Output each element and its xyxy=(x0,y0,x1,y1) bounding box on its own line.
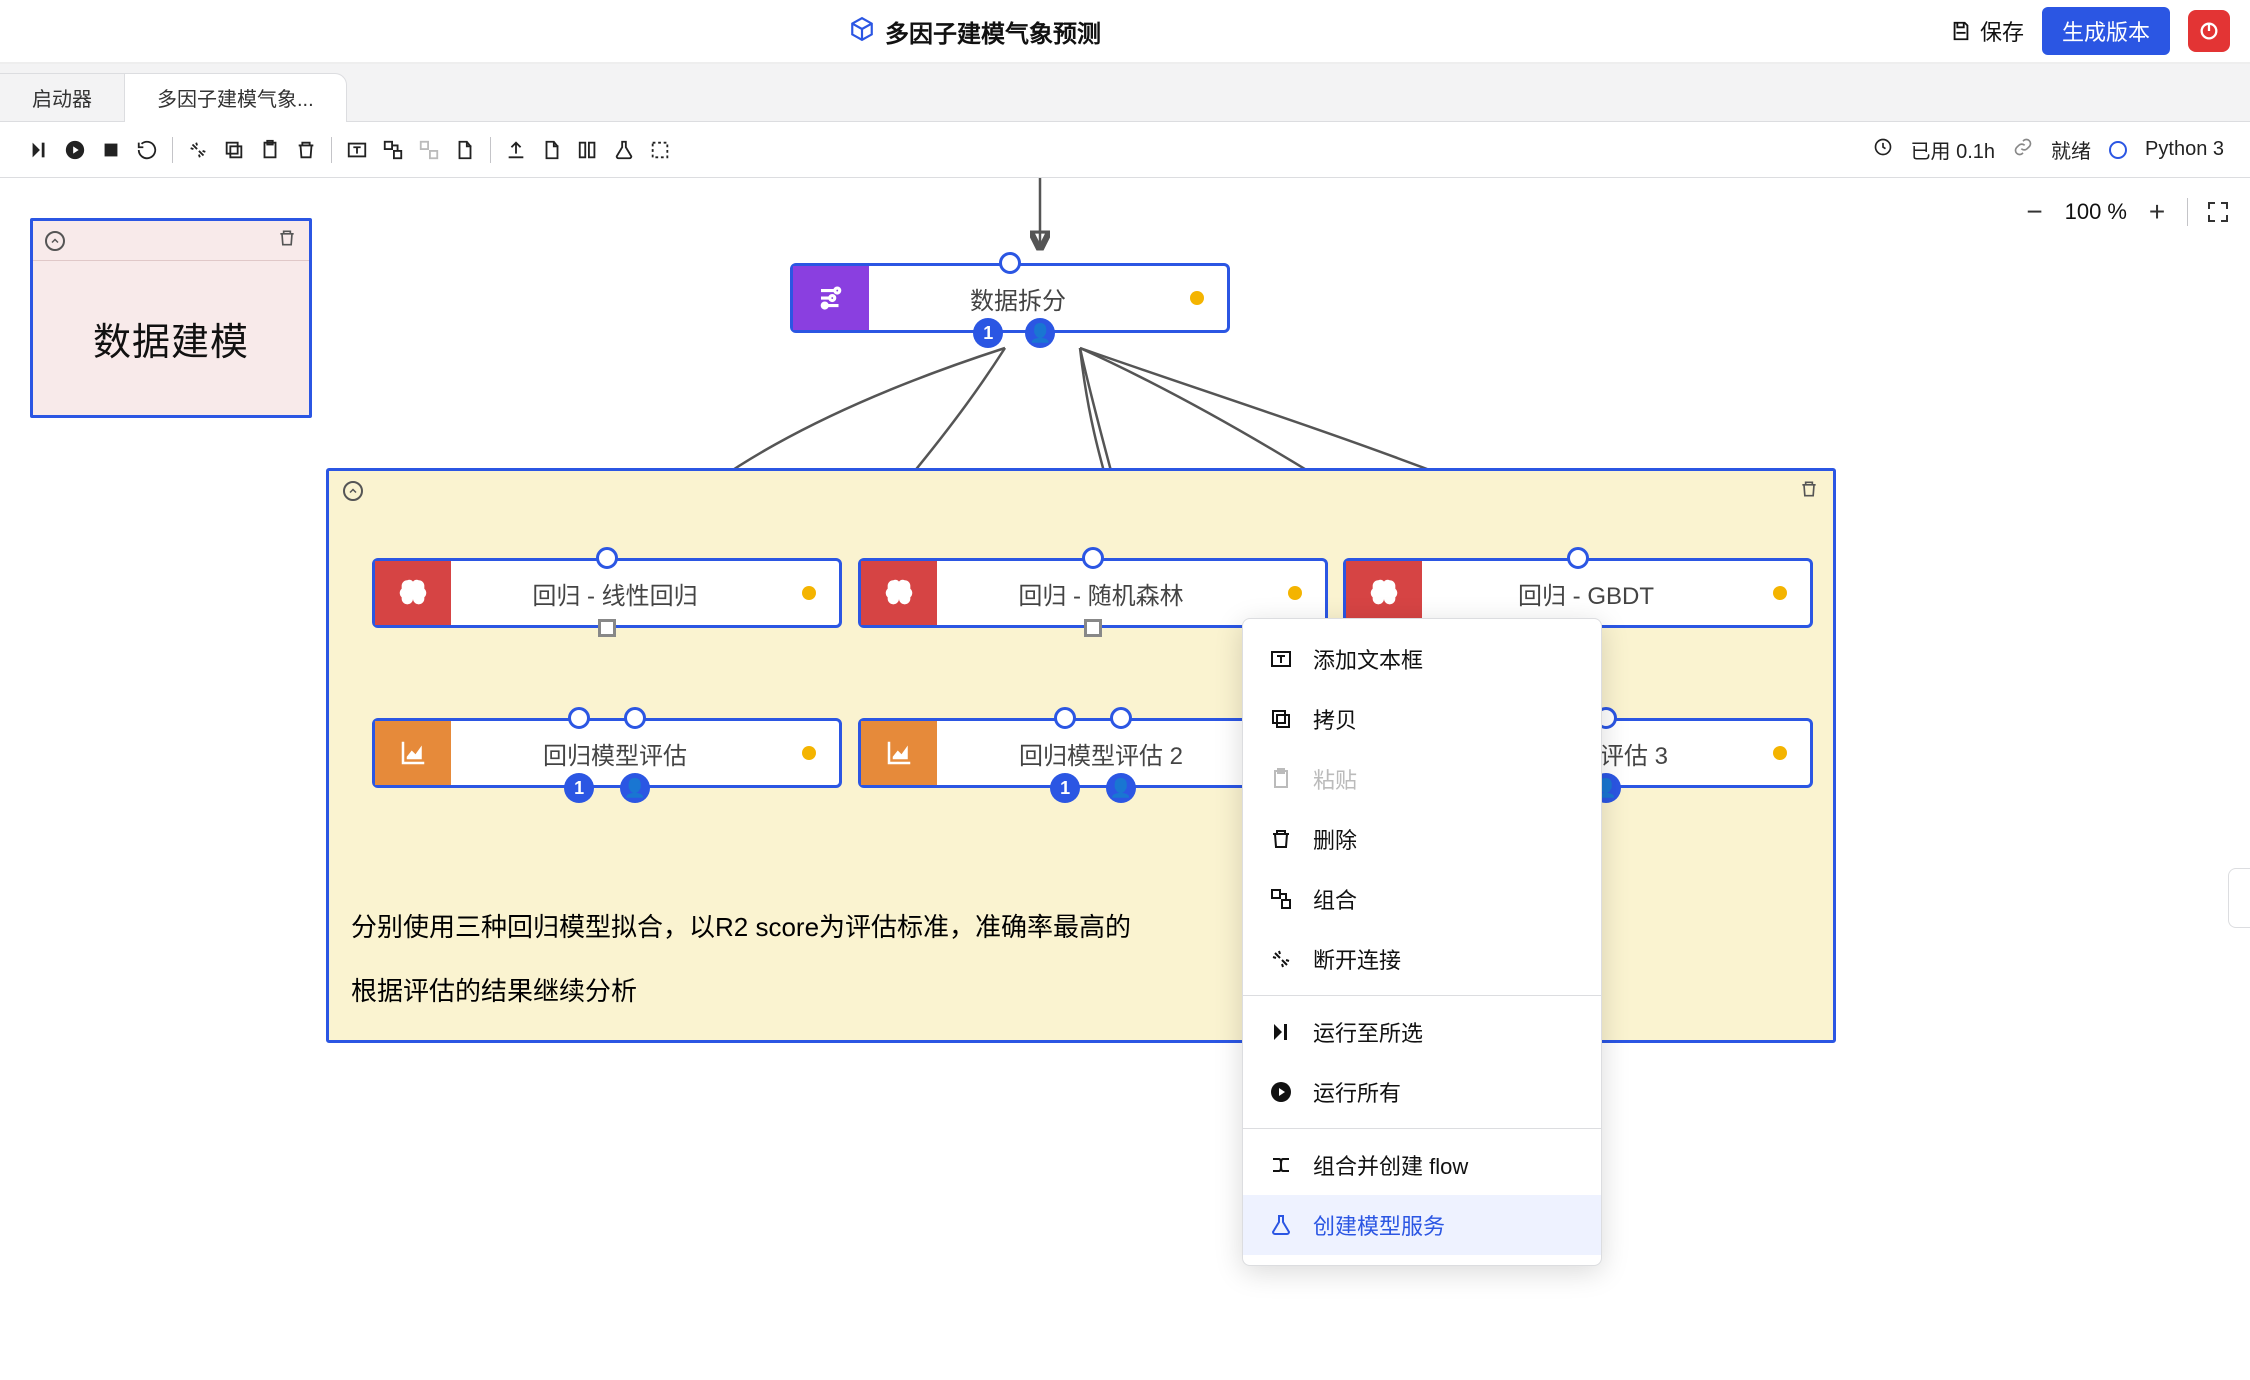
ungroup-icon[interactable] xyxy=(418,139,440,161)
usage-label: 已用 0.1h xyxy=(1911,135,1996,164)
port-in[interactable] xyxy=(1567,547,1589,569)
port-in-2[interactable] xyxy=(624,707,646,729)
run-icon[interactable] xyxy=(64,139,86,161)
ctx-combine[interactable]: 组合 xyxy=(1243,869,1601,929)
power-button[interactable] xyxy=(2188,10,2230,52)
port-in[interactable] xyxy=(596,547,618,569)
zoom-value: 100 % xyxy=(2065,199,2127,225)
sticky-note-text: 数据建模 xyxy=(33,261,309,415)
toolbar: 已用 0.1h 就绪 Python 3 xyxy=(0,122,2250,178)
status-dot xyxy=(1773,586,1787,600)
fit-screen-button[interactable] xyxy=(2206,200,2230,224)
kernel-label[interactable]: Python 3 xyxy=(2145,138,2224,161)
link-icon xyxy=(2013,137,2033,163)
brain-icon xyxy=(1346,561,1422,625)
port-out-1[interactable]: 1 xyxy=(564,773,594,803)
brain-icon xyxy=(375,561,451,625)
canvas[interactable]: − 100 % + 数据建模 数据拆分 1 👤 xyxy=(0,178,2250,1380)
group-description-1: 分别使用三种回归模型拟合，以R2 score为评估标准，准确率最高的 xyxy=(351,901,1131,953)
port-out-2[interactable]: 👤 xyxy=(620,773,650,803)
port-out-1[interactable]: 1 xyxy=(1050,773,1080,803)
zoom-out-button[interactable]: − xyxy=(2023,196,2047,228)
collapse-icon[interactable] xyxy=(45,231,65,251)
ctx-run-to[interactable]: 运行至所选 xyxy=(1243,1002,1601,1062)
copy-icon[interactable] xyxy=(223,139,245,161)
node-reg-linear[interactable]: 回归 - 线性回归 xyxy=(372,558,842,628)
context-menu: 添加文本框 拷贝 粘贴 删除 组合 断开连接 运行至所选 运行所有 xyxy=(1242,618,1602,1266)
sliders-icon xyxy=(793,266,869,330)
trash-icon[interactable] xyxy=(277,228,297,253)
brain-icon xyxy=(861,561,937,625)
ctx-paste: 粘贴 xyxy=(1243,749,1601,809)
kernel-idle-icon xyxy=(2109,141,2127,159)
trash-icon[interactable] xyxy=(1799,479,1819,504)
disconnect-icon[interactable] xyxy=(187,139,209,161)
generate-version-button[interactable]: 生成版本 xyxy=(2042,7,2170,55)
group-icon[interactable] xyxy=(382,139,404,161)
zoom-in-button[interactable]: + xyxy=(2145,196,2169,228)
run-to-cursor-icon[interactable] xyxy=(28,139,50,161)
ctx-run-all[interactable]: 运行所有 xyxy=(1243,1062,1601,1122)
port-in-1[interactable] xyxy=(568,707,590,729)
chart-icon xyxy=(375,721,451,785)
clock-icon xyxy=(1873,137,1893,163)
ctx-combine-flow[interactable]: 组合并创建 flow xyxy=(1243,1135,1601,1195)
save-button[interactable]: 保存 xyxy=(1950,15,2024,47)
node-label: 回归模型评估 xyxy=(451,721,779,785)
node-data-split[interactable]: 数据拆分 1 👤 xyxy=(790,263,1230,333)
stop-icon[interactable] xyxy=(100,139,122,161)
node-label: 回归 - GBDT xyxy=(1422,561,1750,625)
export-icon[interactable] xyxy=(454,139,476,161)
select-area-icon[interactable] xyxy=(649,139,671,161)
port-out-2[interactable]: 👤 xyxy=(1106,773,1136,803)
status-dot xyxy=(802,586,816,600)
status-dot xyxy=(1773,746,1787,760)
chart-icon xyxy=(861,721,937,785)
port-in[interactable] xyxy=(1082,547,1104,569)
paste-icon[interactable] xyxy=(259,139,281,161)
flask-icon[interactable] xyxy=(613,139,635,161)
title-bar: 多因子建模气象预测 保存 生成版本 xyxy=(0,0,2250,64)
align-icon[interactable] xyxy=(577,139,599,161)
ctx-disconnect[interactable]: 断开连接 xyxy=(1243,929,1601,989)
title-actions: 保存 生成版本 xyxy=(1950,7,2250,55)
title-center: 多因子建模气象预测 xyxy=(0,14,1950,49)
collapse-icon[interactable] xyxy=(343,481,363,501)
port-out-1[interactable]: 1 xyxy=(973,318,1003,348)
status-dot xyxy=(802,746,816,760)
textbox-icon[interactable] xyxy=(346,139,368,161)
tab-strip: 启动器 多因子建模气象... xyxy=(0,64,2250,122)
upload-icon[interactable] xyxy=(505,139,527,161)
port-in[interactable] xyxy=(999,252,1021,274)
port-out[interactable] xyxy=(598,619,616,637)
ready-label: 就绪 xyxy=(2051,135,2091,164)
port-out[interactable] xyxy=(1084,619,1102,637)
side-panel-handle[interactable] xyxy=(2228,868,2250,928)
port-out-2[interactable]: 👤 xyxy=(1025,318,1055,348)
port-in-1[interactable] xyxy=(1054,707,1076,729)
node-label: 数据拆分 xyxy=(869,266,1167,330)
node-label: 回归模型评估 2 xyxy=(937,721,1265,785)
node-label: 回归 - 线性回归 xyxy=(451,561,779,625)
status-dot xyxy=(1288,586,1302,600)
ctx-create-model-service[interactable]: 创建模型服务 xyxy=(1243,1195,1601,1255)
node-eval-1[interactable]: 回归模型评估 1 👤 xyxy=(372,718,842,788)
group-description-2: 根据评估的结果继续分析 xyxy=(351,965,1131,1017)
tab-project[interactable]: 多因子建模气象... xyxy=(125,73,347,121)
ctx-add-textbox[interactable]: 添加文本框 xyxy=(1243,629,1601,689)
status-dot xyxy=(1190,291,1204,305)
trash-icon[interactable] xyxy=(295,139,317,161)
ctx-delete[interactable]: 删除 xyxy=(1243,809,1601,869)
sticky-note[interactable]: 数据建模 xyxy=(30,218,312,418)
zoom-controls: − 100 % + xyxy=(2023,196,2230,228)
ctx-copy[interactable]: 拷贝 xyxy=(1243,689,1601,749)
file-icon[interactable] xyxy=(541,139,563,161)
tab-launcher[interactable]: 启动器 xyxy=(0,73,125,121)
node-label: 回归 - 随机森林 xyxy=(937,561,1265,625)
app-logo-icon xyxy=(849,16,875,47)
page-title: 多因子建模气象预测 xyxy=(885,14,1101,49)
restart-icon[interactable] xyxy=(136,139,158,161)
port-in-2[interactable] xyxy=(1110,707,1132,729)
